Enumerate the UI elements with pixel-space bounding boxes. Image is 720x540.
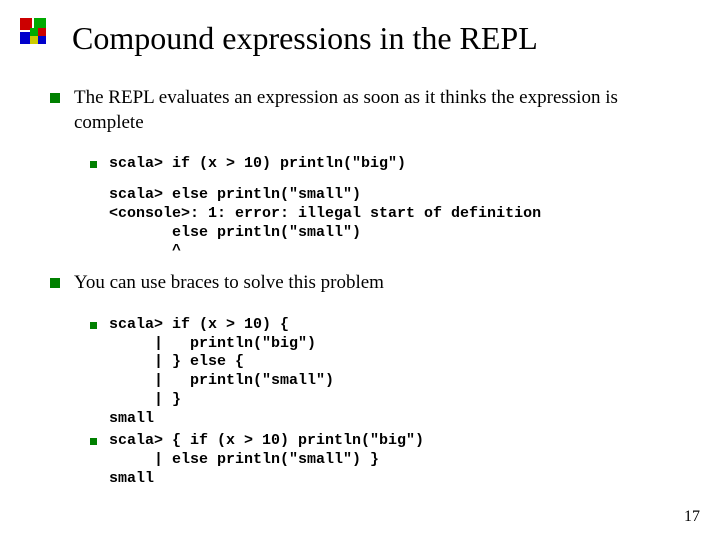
bullet-sub-2b: scala> { if (x > 10) println("big") | el… [90, 432, 680, 488]
bullet-point-2: You can use braces to solve this problem [50, 271, 680, 296]
logo-icon [20, 18, 60, 58]
slide-content: The REPL evaluates an expression as soon… [0, 86, 720, 489]
bullet-square-icon [90, 161, 97, 168]
code-snippet: scala> else println("small") <console>: … [109, 186, 680, 261]
page-number: 17 [684, 508, 700, 526]
bullet-text: You can use braces to solve this problem [74, 271, 384, 296]
slide-header: Compound expressions in the REPL [0, 0, 720, 66]
bullet-square-icon [50, 93, 60, 103]
bullet-point-1: The REPL evaluates an expression as soon… [50, 86, 680, 135]
bullet-square-icon [50, 278, 60, 288]
bullet-text: The REPL evaluates an expression as soon… [74, 86, 680, 135]
bullet-sub-1: scala> if (x > 10) println("big") [90, 155, 680, 174]
bullet-square-icon [90, 322, 97, 329]
code-snippet: scala> if (x > 10) { | println("big") | … [109, 316, 334, 429]
code-snippet: scala> if (x > 10) println("big") [109, 155, 406, 174]
slide: Compound expressions in the REPL The REP… [0, 0, 720, 489]
code-snippet: scala> { if (x > 10) println("big") | el… [109, 432, 424, 488]
bullet-sub-2a: scala> if (x > 10) { | println("big") | … [90, 316, 680, 429]
slide-title: Compound expressions in the REPL [72, 20, 538, 57]
bullet-square-icon [90, 438, 97, 445]
